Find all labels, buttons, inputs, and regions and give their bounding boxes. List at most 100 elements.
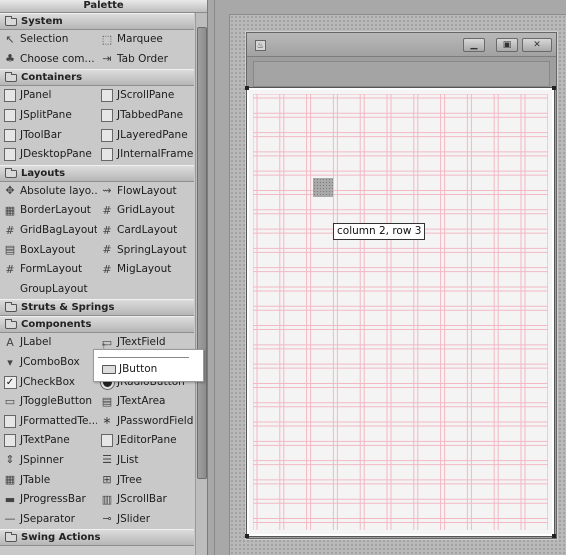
palette-item-jscrollpane[interactable]: JScrollPane [97, 86, 194, 106]
palette-item-label: BoxLayout [20, 243, 76, 256]
palette-item-label: JPanel [20, 89, 52, 102]
frame-menubar-area[interactable] [253, 61, 550, 87]
palette-item-jtextpane[interactable]: JTextPane [0, 431, 97, 451]
palette-item-jspinner[interactable]: ⇕ JSpinner [0, 451, 97, 471]
borderlayout-icon: ▦ [4, 203, 16, 217]
list-icon: ☰ [102, 453, 112, 467]
palette-item-label: JSplitPane [20, 109, 72, 122]
palette-item-jtextarea[interactable]: ▤ JTextArea [97, 392, 194, 412]
formlayout-icon: # [5, 262, 15, 276]
palette-category-label: System [21, 16, 63, 27]
palette-item-label: Choose com... [20, 52, 95, 65]
palette-item-flowlayout[interactable]: ⇝ FlowLayout [97, 182, 194, 202]
palette-category-containers[interactable]: Containers [0, 69, 194, 87]
palette-item-jlist[interactable]: ☰ JList [97, 451, 194, 471]
palette-item-jtabbedpane[interactable]: JTabbedPane [97, 106, 194, 126]
palette-item-jdesktoppane[interactable]: JDesktopPane [0, 145, 97, 165]
palette-item-jslider[interactable]: ⊸ JSlider [97, 509, 194, 529]
palette-item-label: JPasswordField [117, 414, 194, 427]
palette-item-jtree[interactable]: ⊞ JTree [97, 470, 194, 490]
palette-item-jpanel[interactable]: JPanel [0, 86, 97, 106]
palette-item-label: GridBagLayout [20, 224, 97, 237]
palette-item-label: SpringLayout [117, 243, 187, 256]
palette-panel: Palette System ↖ Selection ⬚ Marquee ♣ Choose … [0, 0, 208, 555]
choose-component-icon: ♣ [5, 52, 15, 66]
palette-item-jsplitpane[interactable]: JSplitPane [0, 106, 97, 126]
scrollpane-icon [100, 89, 114, 103]
palette-category-swing-actions[interactable]: Swing Actions [0, 529, 194, 547]
palette-item-jprogressbar[interactable]: ▬ JProgressBar [0, 490, 97, 510]
palette-item-jformattedte[interactable]: JFormattedTe... [0, 412, 97, 432]
slider-icon: ⊸ [102, 512, 112, 526]
selection-handle-top-right[interactable] [552, 86, 556, 90]
selection-handle-bottom-left[interactable] [245, 534, 249, 538]
palette-item-label: JScrollBar [117, 493, 167, 506]
button-icon [102, 364, 116, 374]
cardlayout-icon: # [102, 223, 112, 237]
jframe-preview[interactable]: ♨ ▁ ▣ ✕ column 2, row 3 [245, 32, 557, 539]
palette-item-grouplayout[interactable]: GroupLayout [0, 280, 97, 300]
palette-item-label: JCheckBox [20, 375, 75, 388]
checkbox-icon [3, 375, 17, 389]
palette-category-struts-springs[interactable]: Struts & Springs [0, 299, 194, 317]
palette-item-jtogglebutton[interactable]: ▭ JToggleButton [0, 392, 97, 412]
palette-item-jcheckbox[interactable]: JCheckBox [0, 372, 97, 392]
palette-item-label: JSeparator [20, 512, 75, 525]
content-pane[interactable]: column 2, row 3 [245, 86, 556, 538]
tabbedpane-icon [100, 109, 114, 123]
flowlayout-icon: ⇝ [102, 184, 112, 198]
maximize-button[interactable]: ▣ [496, 38, 518, 52]
palette-item-cardlayout[interactable]: # CardLayout [97, 221, 194, 241]
palette-item-jseparator[interactable]: — JSeparator [0, 509, 97, 529]
drag-popup-separator [98, 357, 189, 358]
palette-item-jpasswordfield[interactable]: ∗ JPasswordField [97, 412, 194, 432]
palette-item-miglayout[interactable]: # MigLayout [97, 260, 194, 280]
folder-icon [5, 167, 17, 178]
palette-item-gridlayout[interactable]: # GridLayout [97, 201, 194, 221]
desktoppane-icon [3, 148, 17, 162]
palette-item-choose-com[interactable]: ♣ Choose com... [0, 50, 97, 70]
palette-item-grid: JPanel JScrollPane JSplitPane JTabbedPane JT… [0, 86, 194, 164]
formattedtextfield-icon [3, 414, 17, 428]
separator-icon: — [4, 512, 16, 526]
palette-item-label: FormLayout [20, 263, 83, 276]
palette-item-gridbaglayout[interactable]: # GridBagLayout [0, 221, 97, 241]
palette-item-jinternalframe[interactable]: JInternalFrame [97, 145, 194, 165]
palette-category-layouts[interactable]: Layouts [0, 164, 194, 182]
palette-item-borderlayout[interactable]: ▦ BorderLayout [0, 201, 97, 221]
palette-item-boxlayout[interactable]: ▤ BoxLayout [0, 240, 97, 260]
minimize-button[interactable]: ▁ [463, 38, 485, 52]
textpane-icon [3, 434, 17, 448]
palette-category-label: Swing Actions [21, 532, 101, 544]
folder-icon [5, 319, 17, 330]
palette-item-jscrollbar[interactable]: ▥ JScrollBar [97, 490, 194, 510]
frame-titlebar[interactable]: ♨ ▁ ▣ ✕ [247, 33, 556, 57]
palette-item-jeditorpane[interactable]: JEditorPane [97, 431, 194, 451]
palette-item-jtoolbar[interactable]: JToolBar [0, 125, 97, 145]
palette-item-label: JEditorPane [117, 434, 177, 447]
palette-item-jtable[interactable]: ▦ JTable [0, 470, 97, 490]
palette-item-jlabel[interactable]: A JLabel [0, 333, 97, 353]
progressbar-icon: ▬ [4, 492, 16, 506]
selection-handle-bottom-right[interactable] [552, 534, 556, 538]
table-icon: ▦ [4, 473, 16, 487]
palette-item-selection[interactable]: ↖ Selection [0, 30, 97, 50]
palette-item-tab-order[interactable]: ⇥ Tab Order [97, 50, 194, 70]
palette-item-jlayeredpane[interactable]: JLayeredPane [97, 125, 194, 145]
palette-item-label: JTable [20, 473, 51, 486]
palette-item-formlayout[interactable]: # FormLayout [0, 260, 97, 280]
palette-scrollbar-thumb[interactable] [197, 27, 207, 479]
palette-scrollbar[interactable] [195, 13, 207, 555]
scrollbar-icon: ▥ [101, 492, 113, 506]
palette-item-jcombobox[interactable]: ▾ JComboBox [0, 353, 97, 373]
tree-icon: ⊞ [102, 473, 112, 487]
palette-item-absolute-layo[interactable]: ✥ Absolute layo... [0, 182, 97, 202]
palette-item-marquee[interactable]: ⬚ Marquee [97, 30, 194, 50]
close-button[interactable]: ✕ [522, 38, 552, 52]
selection-handle-top-left[interactable] [245, 86, 249, 90]
palette-category-components[interactable]: Components [0, 316, 194, 334]
palette-category-system[interactable]: System [0, 13, 194, 30]
palette-item-springlayout[interactable]: # SpringLayout [97, 240, 194, 260]
palette-item-label: JProgressBar [20, 493, 86, 506]
combobox-icon: ▾ [7, 355, 13, 369]
